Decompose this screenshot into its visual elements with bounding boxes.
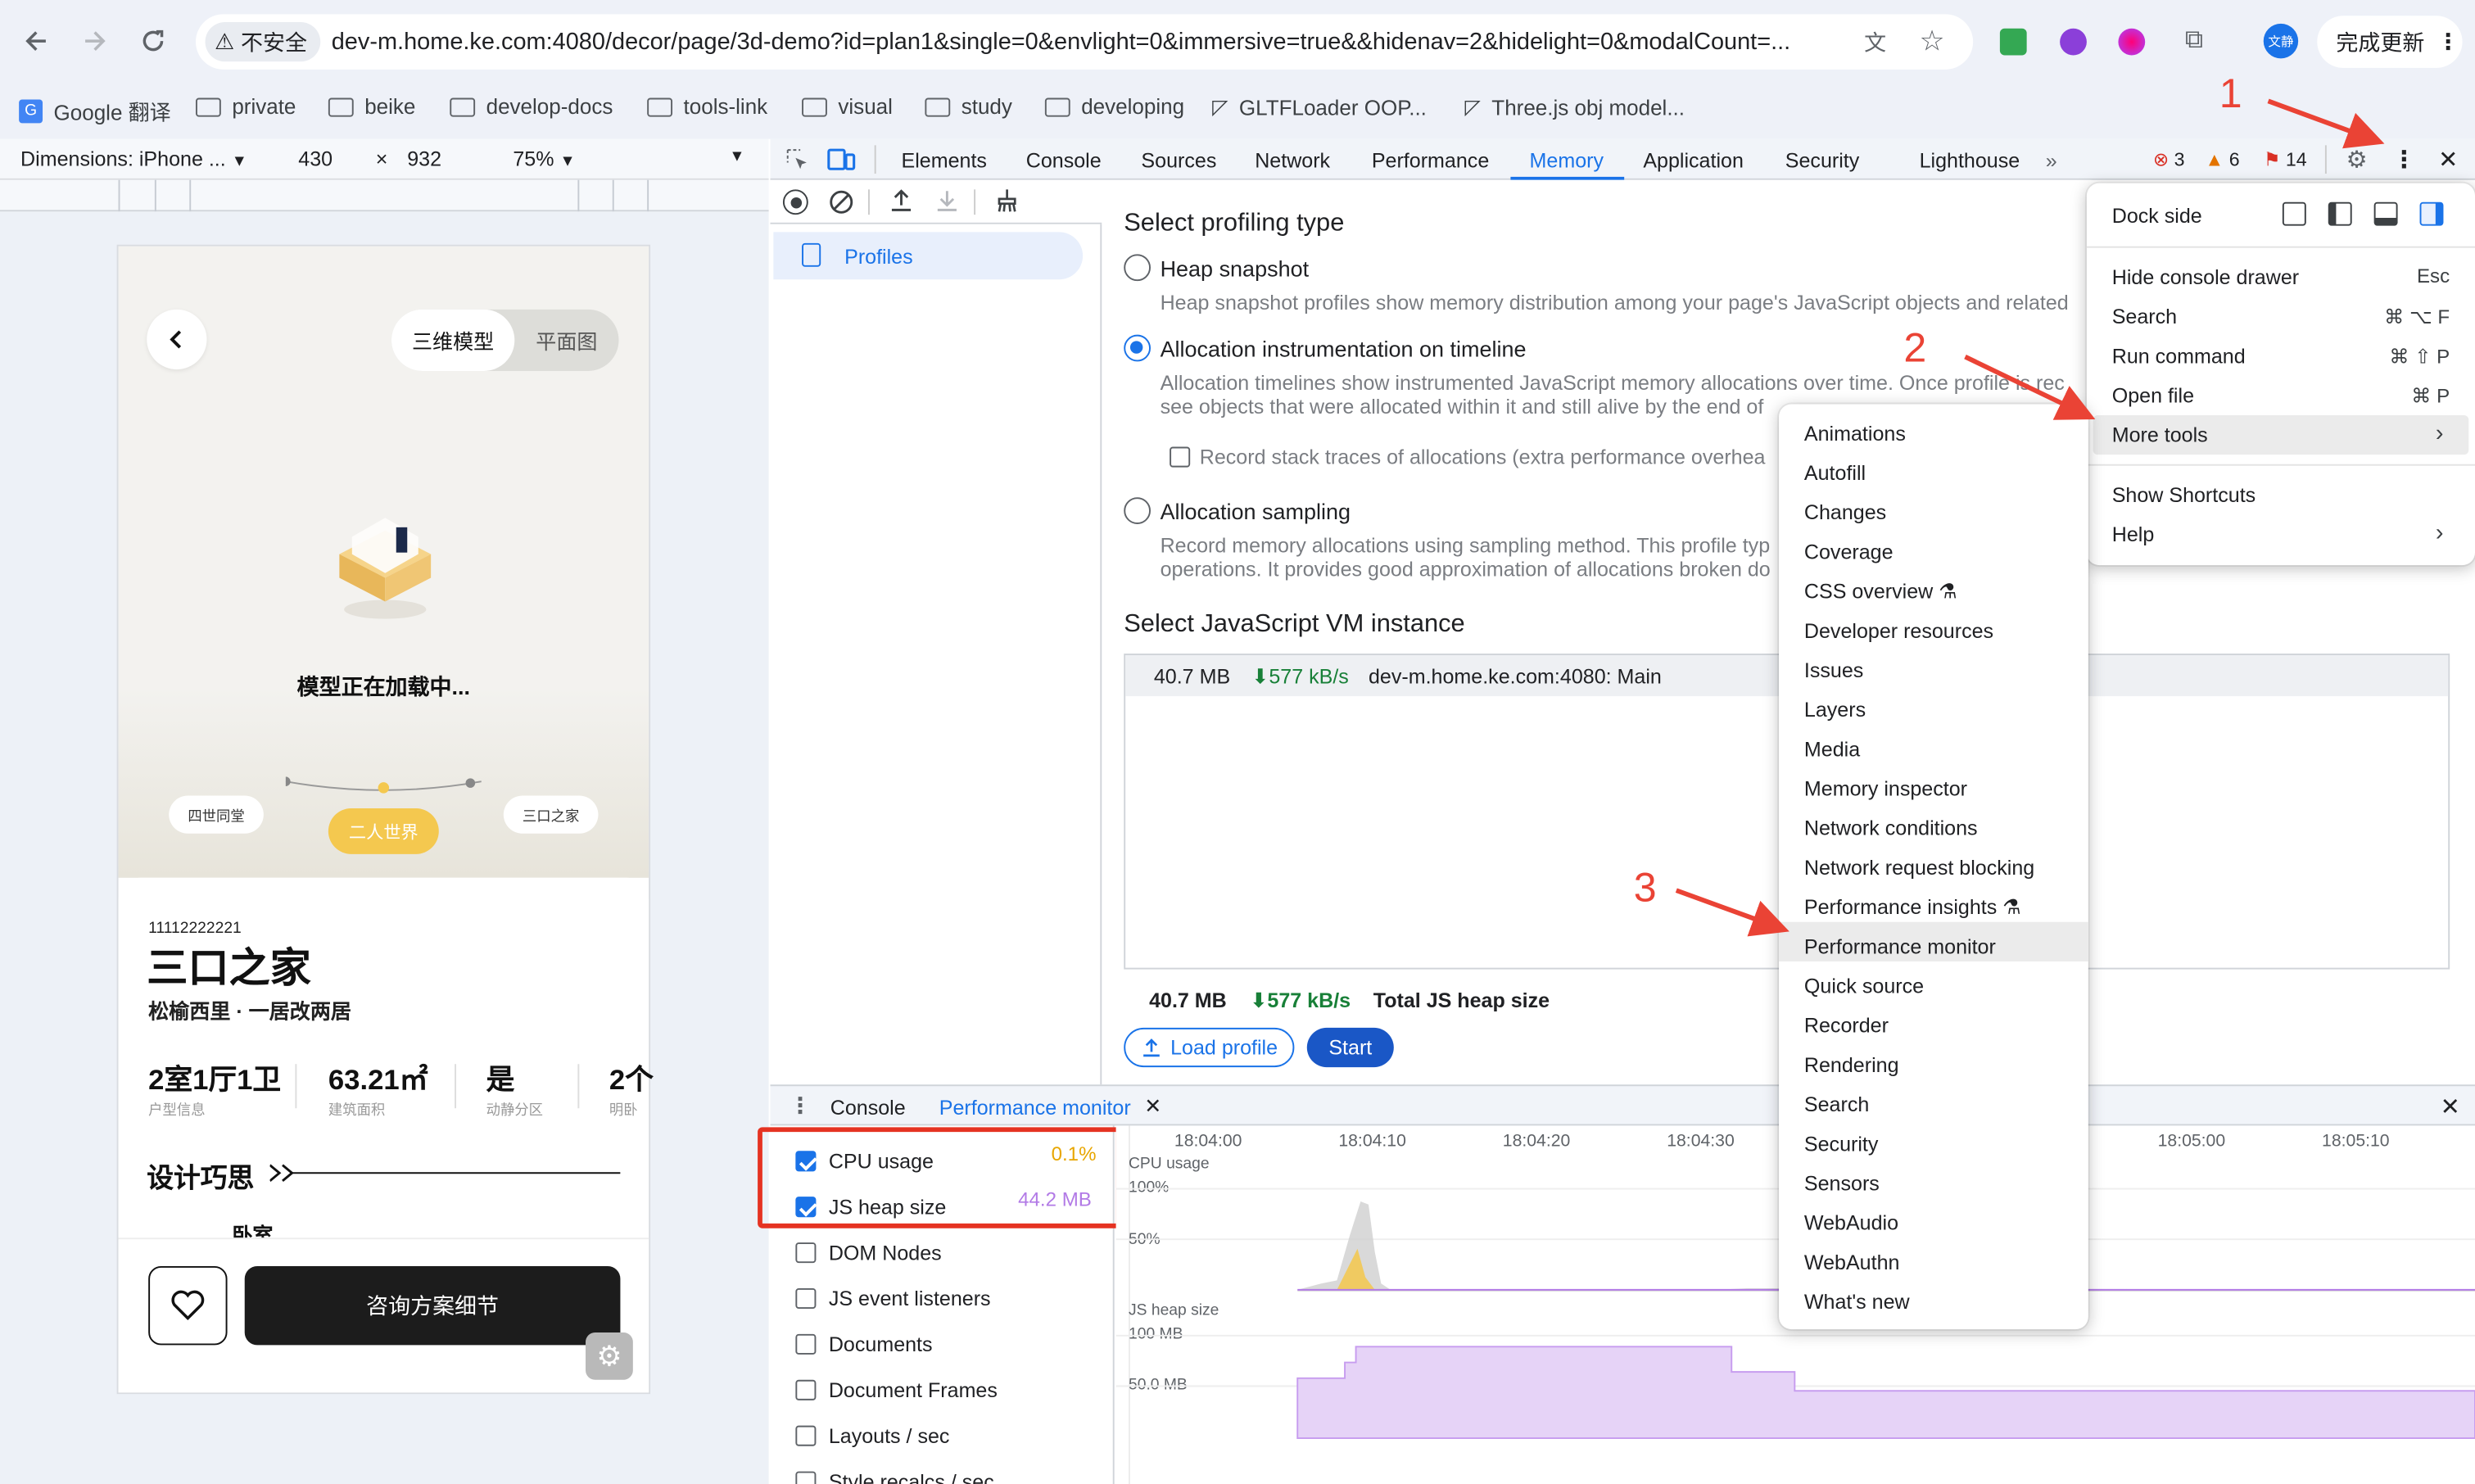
arrow-3 (1675, 888, 1790, 937)
arrow-1 (2267, 98, 2385, 149)
annotation-arrows (1675, 98, 2385, 937)
arrow-2 (1964, 355, 2096, 420)
